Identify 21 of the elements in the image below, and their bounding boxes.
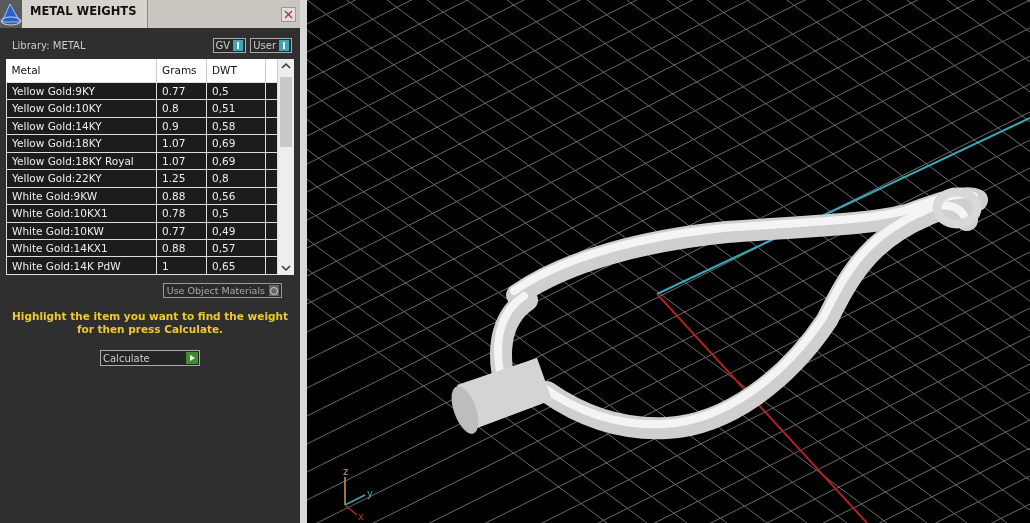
play-icon — [188, 354, 196, 362]
calculate-button[interactable]: Calculate — [100, 350, 200, 366]
scrollbar-thumb[interactable] — [280, 77, 292, 147]
table-cell[interactable]: 0.77 — [156, 82, 207, 100]
window-title: METAL WEIGHTS — [22, 0, 148, 28]
library-label: Library: METAL — [12, 40, 86, 51]
toggle-button[interactable]: GV — [212, 38, 247, 53]
table-cell[interactable]: Yellow Gold:9KY — [6, 82, 157, 100]
close-button[interactable] — [281, 6, 296, 22]
close-icon — [284, 9, 293, 19]
use-object-materials-toggle[interactable]: Use Object Materials — [162, 283, 282, 298]
toggle-switch[interactable] — [279, 40, 289, 51]
column-header[interactable]: Metal — [6, 59, 157, 83]
toggle-switch[interactable] — [269, 285, 279, 296]
axis-gizmo-drawing: z y x — [337, 465, 387, 521]
table-cell[interactable]: 0,5 — [206, 82, 266, 100]
column-header[interactable]: Grams — [156, 59, 207, 83]
toggle-switch[interactable] — [233, 40, 244, 51]
column-header[interactable]: DWT — [206, 59, 266, 83]
toggle-button[interactable]: User — [250, 38, 292, 53]
instruction-text: Highlight the item you want to find the weight for then press Calculate. — [11, 310, 289, 336]
